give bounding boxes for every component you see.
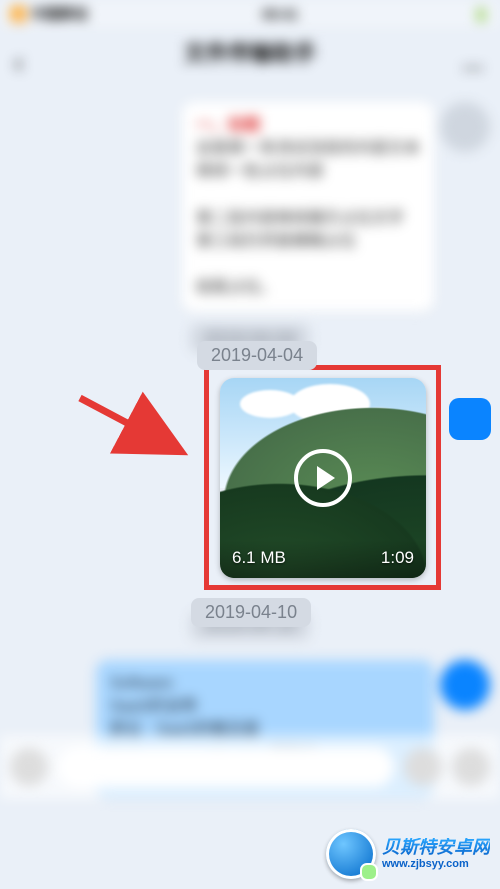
- avatar[interactable]: [449, 398, 491, 440]
- message-row: 一、标题 这是第一条测试消息的内容文本 继续一些占位内容 第二段内容继续展示占位…: [10, 102, 490, 312]
- watermark: 贝斯特安卓网 www.zjbsyy.com: [326, 829, 490, 879]
- battery-icon: 🔋: [473, 6, 490, 23]
- signal-icon: 📶: [10, 6, 27, 23]
- msg-text: Software: [110, 672, 420, 695]
- video-size: 6.1 MB: [232, 548, 286, 568]
- status-bar: 📶 中国移动 09:41 🔋: [0, 0, 500, 28]
- msg-text: 这是第一条测试消息的内容文本: [196, 137, 420, 160]
- emoji-button[interactable]: [404, 748, 442, 786]
- message-input[interactable]: [58, 747, 394, 787]
- voice-button[interactable]: [10, 748, 48, 786]
- msg-text: 第二段内容继续展示占位文字: [196, 207, 420, 230]
- avatar[interactable]: [440, 660, 490, 710]
- msg-text: 第三段仍然是模糊占位: [196, 230, 420, 253]
- more-button[interactable]: …: [462, 50, 486, 76]
- avatar[interactable]: [440, 102, 490, 152]
- status-time: 09:41: [262, 6, 298, 22]
- timestamp-pill: 2019-04-04: [197, 341, 317, 370]
- video-message[interactable]: 6.1 MB 1:09: [220, 378, 426, 578]
- watermark-title: 贝斯特安卓网: [382, 838, 490, 858]
- msg-text: 一、标题: [196, 114, 420, 137]
- msg-text: SaaS的全称: [110, 695, 420, 718]
- add-button[interactable]: [452, 748, 490, 786]
- msg-text: 结尾占位。: [196, 276, 420, 299]
- watermark-url: www.zjbsyy.com: [382, 858, 490, 870]
- input-bar: [0, 735, 500, 799]
- watermark-logo-icon: [326, 829, 376, 879]
- timestamp-pill: 2019-04-10: [191, 598, 311, 627]
- carrier-label: 中国移动: [31, 4, 87, 24]
- back-button[interactable]: ‹: [14, 47, 23, 79]
- play-icon[interactable]: [294, 449, 352, 507]
- video-duration: 1:09: [381, 548, 414, 568]
- msg-text: 继续一些占位内容: [196, 160, 420, 183]
- nav-bar: ‹ 文件传输助手 …: [0, 28, 500, 98]
- page-title: 文件传输助手: [0, 36, 500, 68]
- message-bubble[interactable]: 一、标题 这是第一条测试消息的内容文本 继续一些占位内容 第二段内容继续展示占位…: [182, 102, 434, 312]
